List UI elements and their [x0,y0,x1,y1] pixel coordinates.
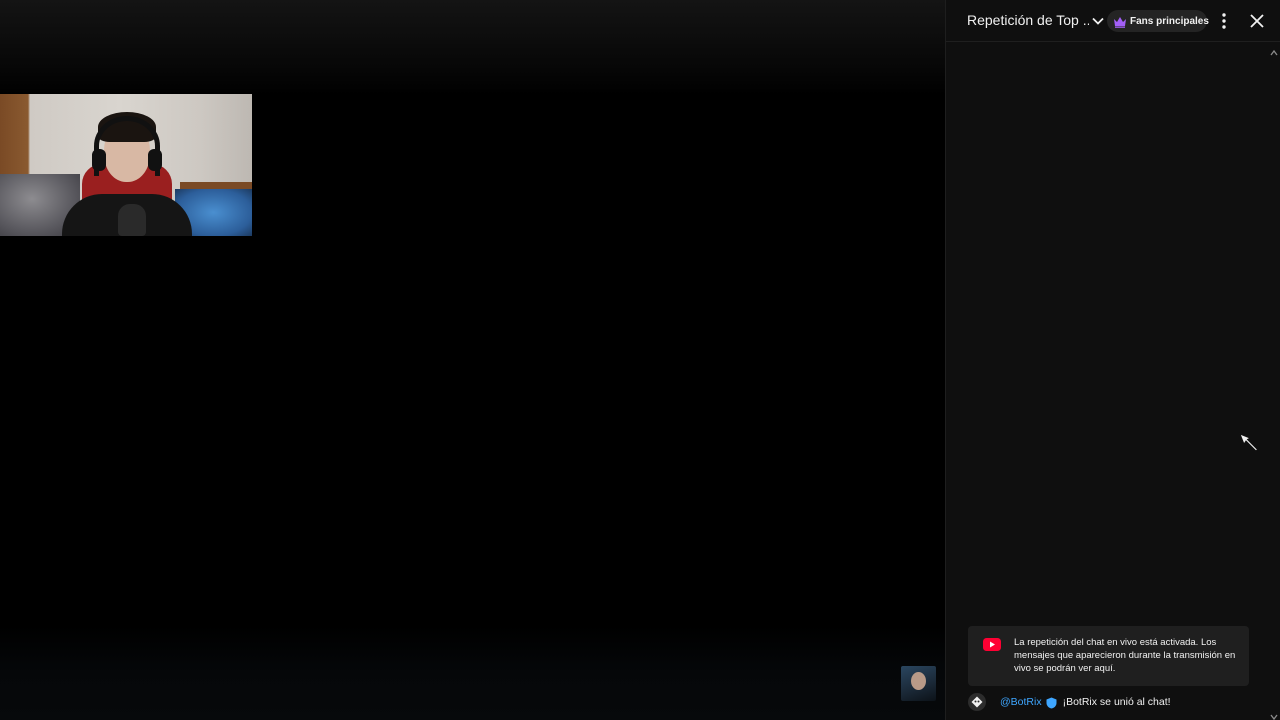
chat-message[interactable]: @BotRix ¡BotRix se unió al chat! [968,692,1268,712]
chat-header: Repetición de Top ... Fans principales [946,0,1280,42]
page: Repetición de Top ... Fans principales L… [0,0,1280,720]
webcam-headset-left [92,149,106,171]
chat-message-text: ¡BotRix se unió al chat! [1062,696,1171,708]
player-bottom-gradient [0,625,945,720]
video-player[interactable] [0,0,945,720]
scroll-up-arrow-icon[interactable] [1270,44,1278,56]
chat-message-author[interactable]: @BotRix [1000,696,1042,708]
verified-icon [1046,696,1057,709]
chevron-down-icon[interactable] [1089,12,1107,30]
top-fans-label: Fans principales [1130,15,1209,27]
bot-avatar-icon[interactable] [968,693,986,711]
crown-icon [1113,15,1127,28]
webcam-overlay [0,94,252,236]
chat-replay-notice: La repetición del chat en vivo está acti… [968,626,1249,686]
chat-title[interactable]: Repetición de Top ... [967,12,1089,30]
chat-replay-notice-text: La repetición del chat en vivo está acti… [1014,637,1236,674]
more-vert-icon[interactable] [1216,11,1232,31]
webcam-headset-right [148,149,162,171]
top-fans-button[interactable]: Fans principales [1107,10,1209,32]
close-icon[interactable] [1248,12,1266,30]
player-top-gradient [0,0,945,95]
youtube-icon [983,638,1001,651]
channel-watermark[interactable] [901,666,936,701]
webcam-microphone [118,204,146,236]
mouse-cursor-icon [1238,432,1260,454]
live-chat-panel: Repetición de Top ... Fans principales L… [945,0,1280,720]
scroll-down-arrow-icon[interactable] [1270,708,1278,720]
